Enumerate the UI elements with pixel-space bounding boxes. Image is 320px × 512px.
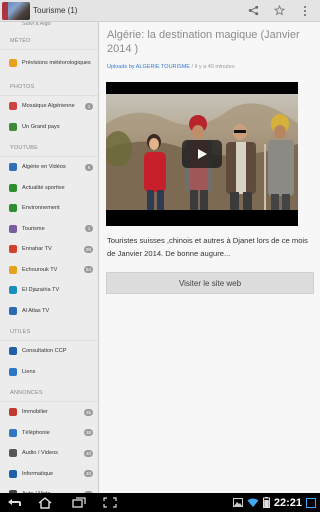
article-description: Touristes suisses ,chinois et autres à D…: [107, 236, 308, 258]
drawer-item-label: Tourisme: [22, 225, 45, 232]
category-icon: [9, 122, 17, 131]
drawer-item[interactable]: Algérie en Vidéos 6: [0, 157, 98, 178]
drawer-item-label: Algérie en Vidéos: [22, 164, 66, 170]
category-icon: [9, 428, 17, 437]
drawer-section-header: YOUTUBE: [0, 137, 98, 157]
count-badge: 40: [83, 470, 93, 478]
back-icon[interactable]: [0, 493, 28, 512]
author-link[interactable]: ALGERIE TOURISME: [136, 64, 190, 70]
play-button[interactable]: [182, 140, 222, 168]
screenshot-icon[interactable]: [96, 493, 124, 512]
category-icon: [9, 245, 17, 254]
drawer-item[interactable]: Al Atlas TV: [0, 301, 98, 322]
category-icon: [9, 163, 17, 172]
drawer-section-header: ANNONCES: [0, 382, 98, 402]
drawer-item-label: Actualité sportive: [22, 184, 65, 191]
drawer-item[interactable]: Informatique 40: [0, 464, 98, 485]
drawer-item[interactable]: Prévisions météorologiques: [0, 50, 98, 76]
gallery-icon: [232, 493, 243, 512]
drawer-item[interactable]: Mosaïque Algérienne 1: [0, 96, 98, 117]
drawer-list: MÉTÉO Prévisions météorologiques PHOTOS Mos…: [0, 30, 98, 493]
category-icon: [9, 204, 17, 213]
clock-time: 22:21: [273, 496, 302, 509]
article-title: Algérie: la destination magique (Janvier…: [107, 29, 300, 55]
home-icon[interactable]: [28, 493, 62, 512]
app-root: Tourisme (1) Suivi à Algo MÉTÉO Prévision…: [0, 0, 320, 512]
category-icon: [9, 367, 17, 376]
action-bar: Tourisme (1): [0, 0, 320, 22]
article-meta: Uploads by ALGERIE TOURISME / Il y a 40 …: [100, 56, 320, 70]
drawer-item[interactable]: Environnement: [0, 198, 98, 219]
category-icon: [9, 102, 17, 111]
drawer-item-label: El Djazaïria TV: [22, 287, 60, 293]
wifi-icon: [247, 493, 259, 512]
drawer-item[interactable]: Tourisme 1: [0, 219, 98, 240]
category-icon: [9, 224, 17, 233]
category-icon: [9, 265, 17, 274]
drawer-item[interactable]: Echourouk TV 54: [0, 260, 98, 281]
category-icon: [9, 306, 17, 315]
drawer-item[interactable]: Liens: [0, 362, 98, 383]
system-bar: 22:21: [0, 493, 320, 512]
category-icon: [9, 469, 17, 478]
category-icon: [9, 347, 17, 356]
drawer-item-label: Immobilier: [22, 409, 48, 415]
drawer-item[interactable]: Immobilier 35: [0, 402, 98, 423]
article-view: Algérie: la destination magique (Janvier…: [100, 22, 320, 493]
drawer-item[interactable]: Un Grand pays: [0, 117, 98, 138]
battery-icon: [262, 493, 270, 512]
star-icon[interactable]: [272, 4, 286, 18]
drawer-section-header: PHOTOS: [0, 76, 98, 96]
category-icon: [9, 59, 17, 67]
share-icon[interactable]: [246, 4, 260, 18]
count-badge: 54: [83, 266, 93, 274]
drawer-item-label: Echourouk TV: [22, 266, 58, 273]
drawer-partial-item[interactable]: Suivi à Algo: [0, 22, 98, 30]
category-icon: [9, 286, 17, 295]
drawer-item[interactable]: El Djazaïria TV: [0, 280, 98, 301]
drawer-item-label: Al Atlas TV: [22, 307, 50, 314]
meta-prefix: Uploads by: [107, 64, 135, 70]
count-badge: 6: [85, 163, 93, 171]
drawer-item-label: Un Grand pays: [22, 123, 60, 130]
drawer-item-label: Mosaïque Algérienne: [22, 103, 75, 109]
category-icon: [9, 183, 17, 192]
count-badge: 40: [83, 449, 93, 457]
drawer-item[interactable]: Téléphonie 38: [0, 423, 98, 444]
count-badge: 1: [85, 225, 93, 233]
drawer-item-label: Consultation CCP: [22, 348, 67, 354]
drawer-item-label: Prévisions météorologiques: [22, 59, 91, 66]
drawer-item[interactable]: Auto / Moto40: [0, 484, 98, 493]
drawer-item-label: Audio / Videos: [22, 450, 58, 456]
drawer-item[interactable]: Ennahar TV 99: [0, 239, 98, 260]
category-icon: [9, 408, 17, 417]
overflow-menu-icon[interactable]: [298, 4, 312, 18]
drawer-section-header: UTILES: [0, 321, 98, 341]
count-badge: 38: [83, 429, 93, 437]
drawer-item-label: Liens: [22, 368, 36, 375]
count-badge: 1: [85, 102, 93, 110]
app-thumbnail[interactable]: [0, 0, 30, 22]
visit-website-button[interactable]: Visiter le site web: [106, 272, 314, 294]
category-icon: [9, 449, 17, 458]
drawer-item[interactable]: Actualité sportive: [0, 178, 98, 199]
drawer-item[interactable]: Audio / Videos 40: [0, 443, 98, 464]
meta-time: / Il y a 40 minutes: [189, 64, 235, 70]
drawer-item[interactable]: Consultation CCP: [0, 341, 98, 362]
navigation-drawer[interactable]: Suivi à Algo MÉTÉO Prévisions météorologi…: [0, 22, 99, 493]
recent-apps-icon[interactable]: [62, 493, 96, 512]
drawer-section-header: MÉTÉO: [0, 30, 98, 50]
count-badge: 99: [83, 245, 93, 253]
video-player[interactable]: [106, 82, 298, 226]
action-bar-title: Tourisme (1): [33, 6, 78, 15]
count-badge: 35: [83, 408, 93, 416]
drawer-item-label: Environnement: [22, 205, 60, 211]
drawer-item-label: Informatique: [22, 470, 54, 477]
drawer-item-label: Ennahar TV: [22, 246, 52, 252]
notification-icon: [306, 493, 316, 512]
drawer-item-label: Téléphonie: [22, 429, 50, 436]
